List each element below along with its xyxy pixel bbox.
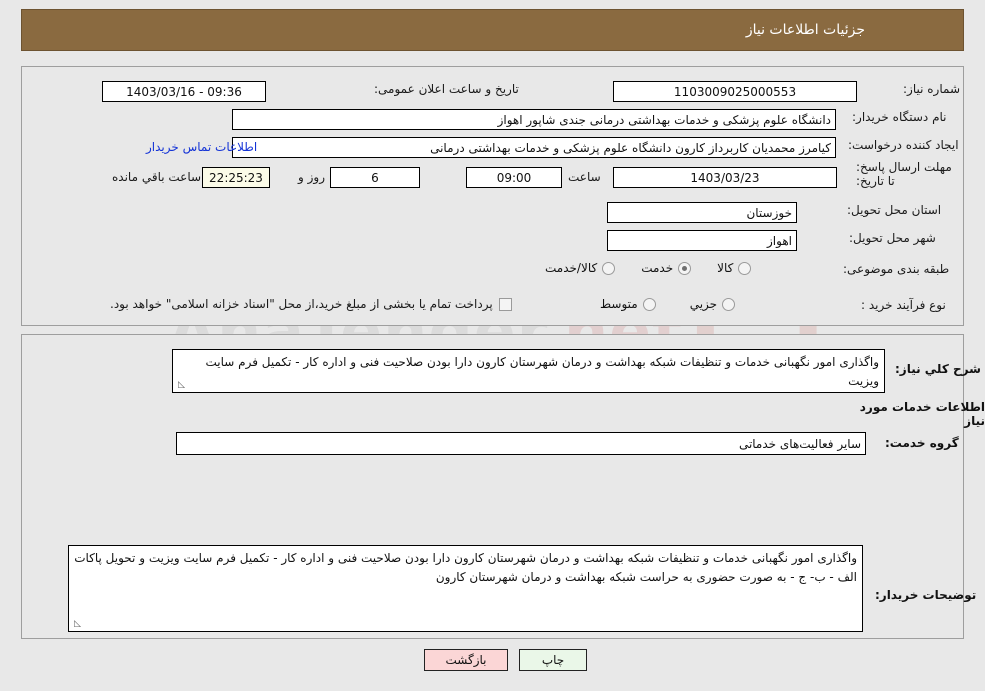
- deadline-days-field[interactable]: 6: [330, 167, 420, 188]
- buyer-org-field[interactable]: دانشگاه علوم پزشکی و خدمات بهداشتی درمان…: [232, 109, 836, 130]
- back-button[interactable]: بازگشت: [424, 649, 508, 671]
- services-section-title: اطلاعات خدمات مورد نیاز: [859, 400, 985, 428]
- buyer-notes-value: واگذاری امور نگهبانی خدمات و تنظیفات شبک…: [74, 551, 857, 584]
- city-label: شهر محل تحویل:: [849, 231, 936, 245]
- process-option-jozei[interactable]: جزیي: [689, 297, 736, 311]
- deadline-days-label: روز و: [298, 170, 325, 184]
- category-option-kala-khedmat[interactable]: کالا/خدمت: [545, 261, 616, 275]
- province-field[interactable]: خوزستان: [607, 202, 797, 223]
- general-desc-value: واگذاری امور نگهبانی خدمات و تنظیفات شبک…: [205, 355, 879, 388]
- general-desc-label: شرح کلي نیاز:: [895, 362, 981, 376]
- deadline-label: مهلت ارسال پاسخ: تا تاریخ:: [856, 160, 952, 188]
- print-button[interactable]: چاپ: [519, 649, 587, 671]
- category-option-kala-khedmat-label: کالا/خدمت: [545, 261, 598, 275]
- city-field[interactable]: اهواز: [607, 230, 797, 251]
- page-header: جزئیات اطلاعات نیاز: [21, 9, 964, 51]
- buyer-notes-label: توضیحات خریدار:: [875, 588, 977, 602]
- creator-label: ایجاد کننده درخواست:: [848, 138, 959, 152]
- process-option-motevaset-label: متوسط: [600, 297, 638, 311]
- need-info-panel: [21, 66, 964, 326]
- deadline-time-field[interactable]: 09:00: [466, 167, 562, 188]
- announce-label: تاریخ و ساعت اعلان عمومی:: [374, 82, 519, 96]
- treasury-docs-checkbox[interactable]: [498, 297, 512, 311]
- radio-icon[interactable]: [738, 261, 752, 275]
- process-option-motevaset[interactable]: متوسط: [600, 297, 656, 311]
- service-group-label: گروه خدمت:: [885, 436, 959, 450]
- process-option-jozei-label: جزیي: [689, 297, 718, 311]
- deadline-remaining-field: 22:25:23: [202, 167, 270, 188]
- province-label: استان محل تحویل:: [847, 203, 942, 217]
- category-option-kala[interactable]: کالا: [717, 261, 752, 275]
- deadline-time-label: ساعت: [568, 170, 601, 184]
- radio-icon[interactable]: [722, 297, 736, 311]
- resize-grip-icon[interactable]: ◺: [71, 620, 81, 630]
- radio-icon[interactable]: [642, 297, 656, 311]
- radio-icon[interactable]: [602, 261, 616, 275]
- process-label: نوع فرآیند خرید :: [861, 298, 946, 312]
- category-label: طبقه بندی موضوعی:: [843, 262, 950, 276]
- resize-grip-icon[interactable]: ◺: [175, 381, 185, 391]
- category-option-kala-label: کالا: [717, 261, 734, 275]
- page-title: جزئیات اطلاعات نیاز: [745, 22, 865, 38]
- deadline-remaining-label: ساعت باقي مانده: [112, 170, 202, 184]
- category-option-khedmat-label: خدمت: [641, 261, 674, 275]
- need-number-label: شماره نیاز:: [903, 82, 960, 96]
- service-group-field[interactable]: سایر فعالیت‌های خدماتی: [176, 432, 866, 455]
- deadline-date-field[interactable]: 1403/03/23: [613, 167, 837, 188]
- buyer-org-label: نام دستگاه خریدار:: [852, 110, 947, 124]
- category-option-khedmat[interactable]: خدمت: [641, 261, 692, 275]
- treasury-docs-text: پرداخت تمام یا بخشی از مبلغ خرید،از محل …: [110, 297, 493, 311]
- creator-field[interactable]: کیامرز محمدیان کاربرداز کارون دانشگاه عل…: [232, 137, 836, 158]
- buyer-notes-textarea[interactable]: واگذاری امور نگهبانی خدمات و تنظیفات شبک…: [68, 545, 863, 632]
- buyer-contact-link[interactable]: اطلاعات تماس خریدار: [146, 140, 257, 154]
- radio-icon[interactable]: [678, 261, 692, 275]
- announce-datetime-field[interactable]: 1403/03/16 - 09:36: [102, 81, 266, 102]
- general-desc-textarea[interactable]: واگذاری امور نگهبانی خدمات و تنظیفات شبک…: [172, 349, 885, 393]
- need-number-field[interactable]: 1103009025000553: [613, 81, 857, 102]
